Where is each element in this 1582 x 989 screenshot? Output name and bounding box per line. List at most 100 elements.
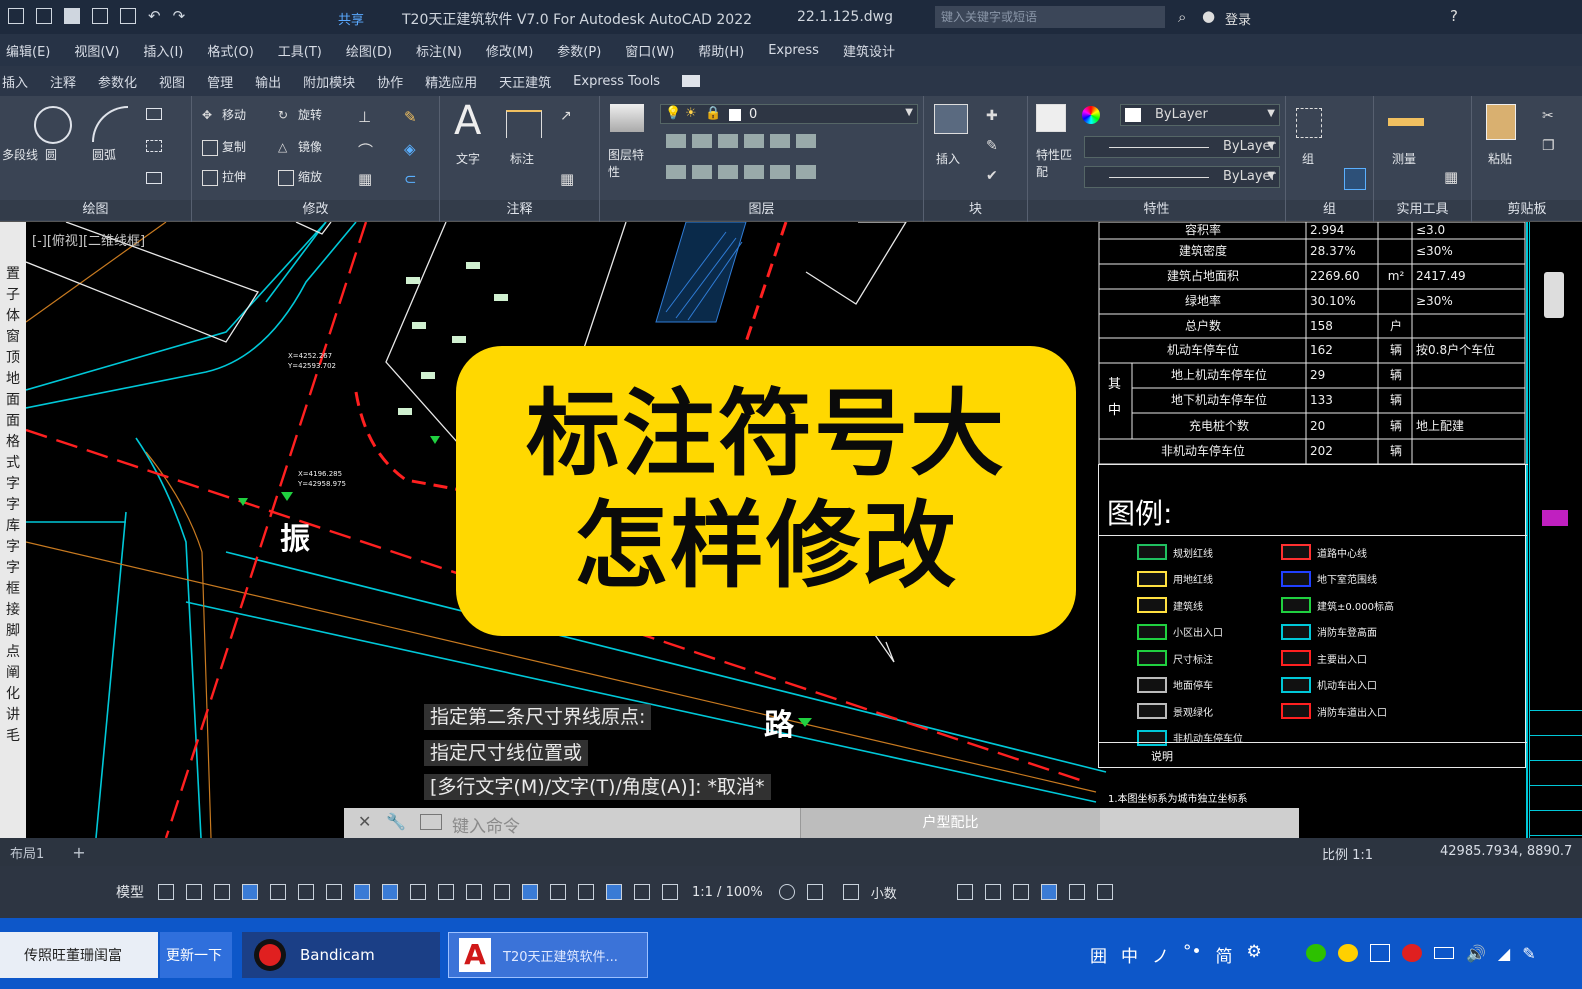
- palette-item[interactable]: 面: [0, 411, 26, 432]
- 3d-snap-icon[interactable]: [494, 884, 510, 900]
- viewport-label[interactable]: [-][俯视][二维线框]: [32, 230, 145, 249]
- tray-item[interactable]: °•: [1183, 942, 1202, 967]
- pen-icon[interactable]: ✎: [1522, 944, 1535, 963]
- object-snap-icon[interactable]: [382, 884, 398, 900]
- circle-icon[interactable]: [34, 106, 72, 144]
- plus-icon[interactable]: [806, 884, 823, 900]
- edit-block-icon[interactable]: ✎: [986, 138, 998, 154]
- layer-tool-icon[interactable]: [666, 165, 686, 179]
- palette-item[interactable]: 置: [0, 264, 26, 285]
- palette-item[interactable]: 面: [0, 390, 26, 411]
- palette-item[interactable]: 体: [0, 306, 26, 327]
- layer-tool-icon[interactable]: [770, 134, 790, 148]
- palette-item[interactable]: 讲: [0, 705, 26, 726]
- tab-addins[interactable]: 附加模块: [303, 72, 355, 91]
- palette-item[interactable]: 地: [0, 369, 26, 390]
- palette-item[interactable]: 字: [0, 558, 26, 579]
- share-button[interactable]: 共享: [338, 9, 364, 28]
- lineweight-icon[interactable]: [410, 884, 426, 900]
- group-edit-icon[interactable]: [1344, 168, 1366, 190]
- palette-item[interactable]: 字: [0, 495, 26, 516]
- panel-label[interactable]: 绘图: [0, 200, 191, 220]
- units-icon[interactable]: [842, 884, 859, 900]
- tab-express-tools[interactable]: Express Tools: [573, 74, 660, 89]
- taskbar-bandicam[interactable]: Bandicam: [242, 932, 440, 978]
- menu-item[interactable]: Express: [768, 43, 819, 58]
- group-icon[interactable]: [1296, 108, 1322, 138]
- hatch-icon[interactable]: [146, 140, 162, 152]
- color-wheel-icon[interactable]: [1082, 106, 1100, 124]
- dynamic-input-icon[interactable]: [242, 884, 258, 900]
- network-icon[interactable]: ◢: [1498, 944, 1510, 963]
- gear-icon[interactable]: [778, 884, 795, 900]
- save-icon[interactable]: [64, 8, 80, 24]
- tab-layout1[interactable]: 布局1: [10, 843, 44, 862]
- palette-item[interactable]: 阐: [0, 663, 26, 684]
- match-properties-icon[interactable]: [1036, 104, 1066, 132]
- undo-icon[interactable]: ↶: [148, 8, 161, 24]
- offset-icon[interactable]: ⊂: [404, 170, 417, 188]
- layer-tool-icon[interactable]: [718, 165, 738, 179]
- palette-item[interactable]: 接: [0, 600, 26, 621]
- new-icon[interactable]: [8, 8, 24, 24]
- tab-tangent[interactable]: 天正建筑: [499, 72, 551, 91]
- settings-icon[interactable]: ⚙: [1247, 942, 1262, 967]
- paste-icon[interactable]: [1486, 104, 1516, 140]
- print-icon[interactable]: [120, 8, 136, 24]
- cut-icon[interactable]: ✂: [1542, 108, 1554, 124]
- palette-item[interactable]: 格: [0, 432, 26, 453]
- record-icon[interactable]: [1402, 944, 1422, 962]
- help-icon[interactable]: ?: [1450, 7, 1458, 25]
- transparency-icon[interactable]: [438, 884, 454, 900]
- customization-icon[interactable]: [1096, 884, 1113, 900]
- annotation-visibility-icon[interactable]: [606, 884, 622, 900]
- menu-item[interactable]: 编辑(E): [6, 41, 50, 60]
- monitor-icon[interactable]: [1370, 944, 1390, 962]
- infer-icon[interactable]: [214, 884, 230, 900]
- dimension-button[interactable]: 标注: [510, 150, 534, 167]
- menu-item[interactable]: 窗口(W): [625, 41, 674, 60]
- wechat-icon[interactable]: [1306, 944, 1326, 962]
- tab-view[interactable]: 视图: [159, 72, 185, 91]
- color-dropdown[interactable]: ByLayer ▼: [1120, 104, 1280, 126]
- explode-icon[interactable]: ◈: [404, 140, 416, 158]
- text-button[interactable]: 文字: [456, 150, 480, 167]
- panel-label[interactable]: 组: [1286, 200, 1373, 220]
- taskbar-autocad[interactable]: A T20天正建筑软件...: [448, 932, 648, 978]
- menu-item[interactable]: 视图(V): [74, 41, 119, 60]
- array-icon[interactable]: ▦: [358, 170, 372, 188]
- isodraft-icon[interactable]: [326, 884, 342, 900]
- annotation-scale-readout[interactable]: 1:1 / 100%: [692, 885, 763, 900]
- gizmo-icon[interactable]: [578, 884, 594, 900]
- group-button[interactable]: 组: [1302, 150, 1314, 167]
- panel-label[interactable]: 剪贴板: [1472, 200, 1582, 220]
- panel-label[interactable]: 特性: [1028, 200, 1285, 220]
- insert-block-button[interactable]: 插入: [936, 150, 960, 167]
- customize-icon[interactable]: 🔧: [386, 812, 406, 831]
- stretch-button[interactable]: 拉伸: [202, 168, 246, 186]
- menu-item[interactable]: 修改(M): [486, 41, 533, 60]
- rectangle-icon[interactable]: [146, 108, 162, 120]
- palette-item[interactable]: 点: [0, 642, 26, 663]
- layer-tool-icon[interactable]: [770, 165, 790, 179]
- palette-item[interactable]: 式: [0, 453, 26, 474]
- saveas-icon[interactable]: [92, 8, 108, 24]
- tab-output[interactable]: 输出: [255, 72, 281, 91]
- menu-item[interactable]: 绘图(D): [346, 41, 392, 60]
- palette-item[interactable]: 子: [0, 285, 26, 306]
- ribbon-toggle-icon[interactable]: [682, 75, 701, 87]
- polar-icon[interactable]: [298, 884, 314, 900]
- tab-collaborate[interactable]: 协作: [377, 72, 403, 91]
- table-icon[interactable]: ▦: [560, 170, 574, 188]
- erase-icon[interactable]: ✎: [404, 108, 417, 126]
- selection-filter-icon[interactable]: [550, 884, 566, 900]
- menu-item[interactable]: 参数(P): [557, 41, 601, 60]
- layer-tool-icon[interactable]: [692, 165, 712, 179]
- arc-button[interactable]: 圆弧: [92, 146, 116, 163]
- lineweight-dropdown[interactable]: ByLayer ▼: [1084, 166, 1280, 188]
- create-block-icon[interactable]: ✚: [986, 108, 998, 124]
- plus-circle-icon[interactable]: [1338, 944, 1358, 962]
- layer-tool-icon[interactable]: [744, 165, 764, 179]
- search-icon[interactable]: ⌕: [1178, 8, 1186, 26]
- trim-icon[interactable]: ⊥: [358, 108, 371, 126]
